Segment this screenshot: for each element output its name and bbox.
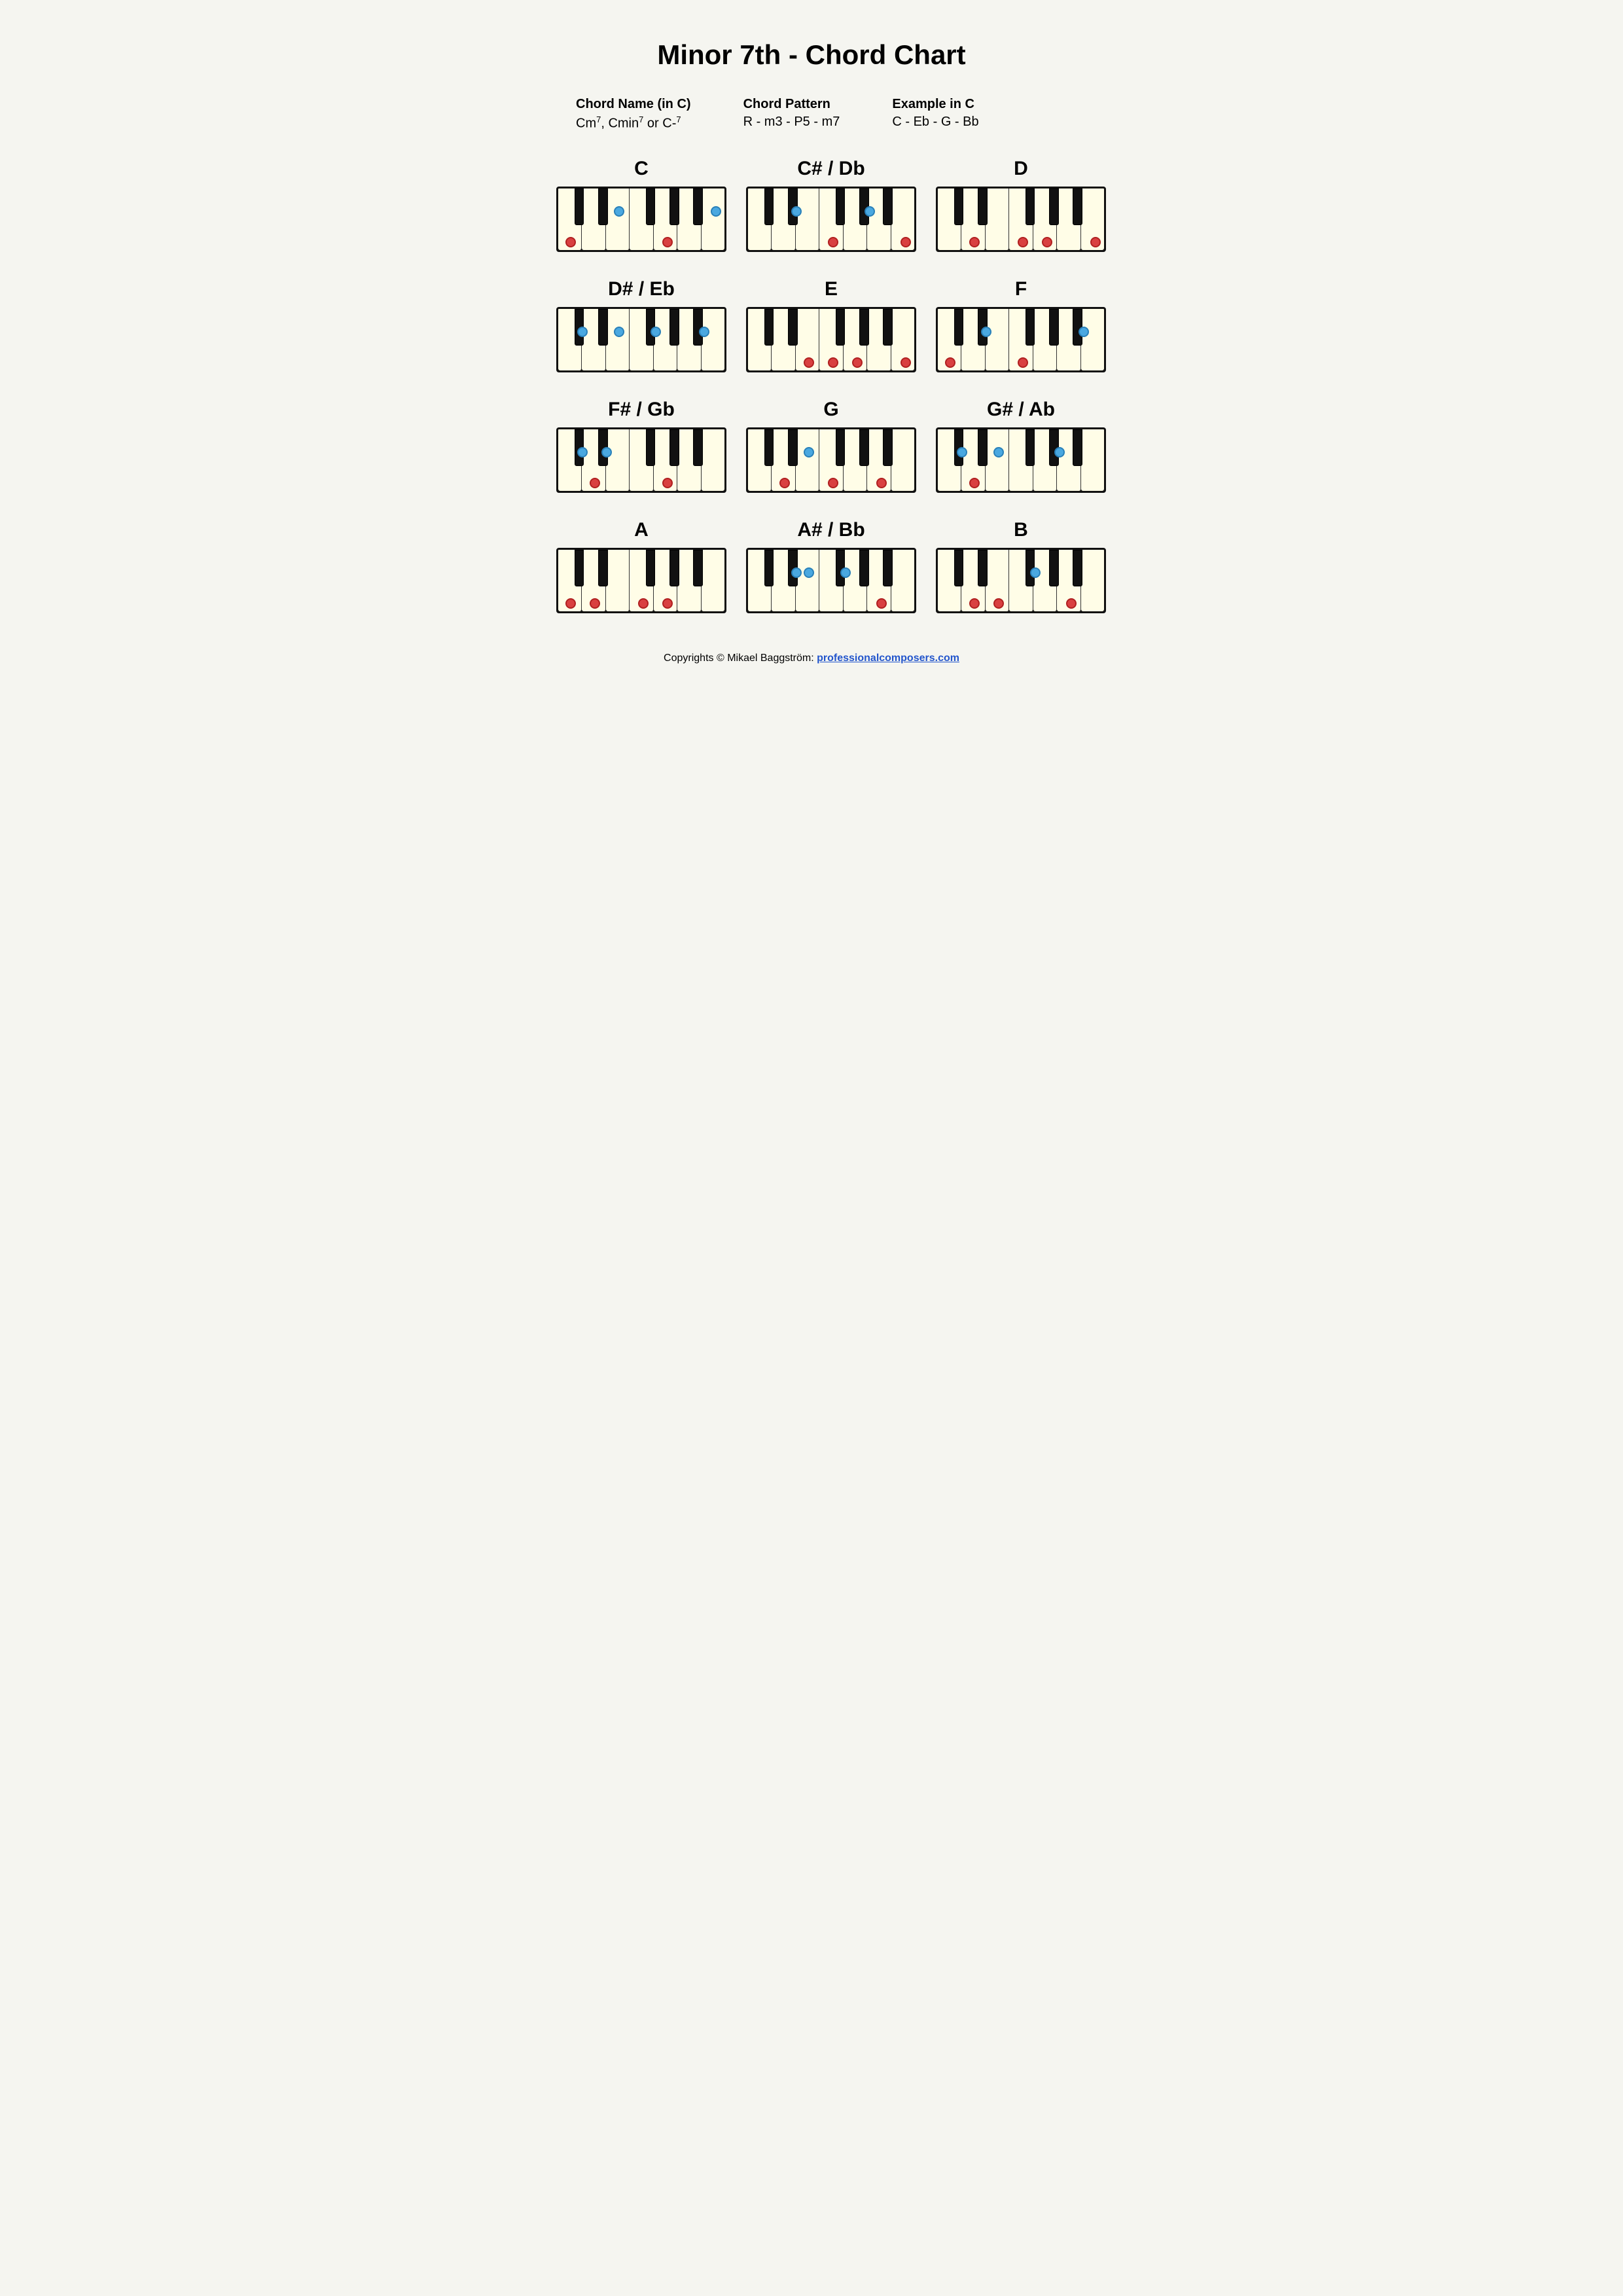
pattern-label: Chord Pattern xyxy=(743,97,840,112)
chord-name-F: F xyxy=(1015,278,1027,300)
chord-name-Fsharp: F# / Gb xyxy=(608,399,675,421)
dot-red xyxy=(1090,237,1101,247)
dot-red xyxy=(590,598,600,609)
chord-name-E: E xyxy=(825,278,838,300)
piano-E xyxy=(746,307,916,372)
dot-red xyxy=(876,478,887,488)
chord-block-G: G xyxy=(746,399,916,493)
chord-name-B: B xyxy=(1014,519,1028,541)
dot-blue xyxy=(865,206,875,217)
dot-blue xyxy=(981,327,991,337)
chord-name-A: A xyxy=(634,519,649,541)
dot-red xyxy=(662,237,673,247)
dot-red xyxy=(662,478,673,488)
dot-red xyxy=(828,237,838,247)
dot-red xyxy=(1018,357,1028,368)
dot-red xyxy=(969,598,980,609)
dot-blue xyxy=(791,206,802,217)
chord-block-E: E xyxy=(746,278,916,372)
dot-red xyxy=(804,357,814,368)
piano-D xyxy=(936,187,1106,252)
chord-block-Dsharp: D# / Eb xyxy=(556,278,726,372)
page-title: Minor 7th - Chord Chart xyxy=(556,39,1067,71)
dot-red xyxy=(565,237,576,247)
chord-name-Gsharp: G# / Ab xyxy=(987,399,1055,421)
footer: Copyrights © Mikael Baggström: professio… xyxy=(556,653,1067,664)
dot-red xyxy=(828,478,838,488)
piano-Fsharp xyxy=(556,427,726,493)
piano-Csharp xyxy=(746,187,916,252)
dot-blue xyxy=(804,567,814,578)
chord-block-C: C xyxy=(556,158,726,252)
dot-red xyxy=(1018,237,1028,247)
chord-block-A: A xyxy=(556,519,726,613)
example-label: Example in C xyxy=(892,97,978,112)
piano-B xyxy=(936,548,1106,613)
dot-red xyxy=(993,598,1004,609)
chord-name-C: C xyxy=(634,158,649,180)
chord-block-Gsharp: G# / Ab xyxy=(936,399,1106,493)
dot-blue xyxy=(711,206,721,217)
dot-red xyxy=(1042,237,1052,247)
chord-name-D: D xyxy=(1014,158,1028,180)
dot-blue xyxy=(601,447,612,457)
dot-red xyxy=(638,598,649,609)
dot-red xyxy=(901,237,911,247)
dot-blue xyxy=(651,327,661,337)
info-chord-name: Chord Name (in C) Cm7, Cmin7 or C-7 xyxy=(576,97,691,132)
chord-block-B: B xyxy=(936,519,1106,613)
dot-red xyxy=(565,598,576,609)
dot-blue xyxy=(699,327,709,337)
dot-red xyxy=(945,357,955,368)
piano-C xyxy=(556,187,726,252)
dot-blue xyxy=(577,447,588,457)
chord-block-Fsharp: F# / Gb xyxy=(556,399,726,493)
pattern-value: R - m3 - P5 - m7 xyxy=(743,115,840,130)
info-pattern: Chord Pattern R - m3 - P5 - m7 xyxy=(743,97,840,132)
info-row: Chord Name (in C) Cm7, Cmin7 or C-7 Chor… xyxy=(556,97,1067,132)
footer-text: Copyrights © Mikael Baggström: xyxy=(664,653,817,664)
chord-name-label: Chord Name (in C) xyxy=(576,97,691,112)
chord-name-Csharp: C# / Db xyxy=(797,158,865,180)
dot-blue xyxy=(1054,447,1065,457)
chord-name-Asharp: A# / Bb xyxy=(797,519,865,541)
dot-red xyxy=(779,478,790,488)
dot-blue xyxy=(791,567,802,578)
chords-grid: C C# / Db D D# / Eb E F F# / Gb G G# / Ab A A# / B… xyxy=(556,158,1067,613)
dot-red xyxy=(969,478,980,488)
chord-block-Csharp: C# / Db xyxy=(746,158,916,252)
dot-blue xyxy=(840,567,851,578)
dot-blue xyxy=(1079,327,1089,337)
piano-Dsharp xyxy=(556,307,726,372)
dot-red xyxy=(1066,598,1077,609)
chord-name-Dsharp: D# / Eb xyxy=(608,278,675,300)
chord-block-D: D xyxy=(936,158,1106,252)
dot-red xyxy=(876,598,887,609)
chord-name-value: Cm7, Cmin7 or C-7 xyxy=(576,115,691,132)
dot-red xyxy=(828,357,838,368)
dot-blue xyxy=(804,447,814,457)
dot-blue xyxy=(614,206,624,217)
chord-block-Asharp: A# / Bb xyxy=(746,519,916,613)
dot-blue xyxy=(614,327,624,337)
piano-Asharp xyxy=(746,548,916,613)
dot-red xyxy=(901,357,911,368)
dot-red xyxy=(590,478,600,488)
dot-red xyxy=(662,598,673,609)
example-value: C - Eb - G - Bb xyxy=(892,115,978,130)
dot-blue xyxy=(957,447,967,457)
piano-F xyxy=(936,307,1106,372)
dot-red xyxy=(969,237,980,247)
chord-name-G: G xyxy=(823,399,838,421)
footer-link[interactable]: professionalcomposers.com xyxy=(817,653,959,664)
dot-blue xyxy=(577,327,588,337)
piano-G xyxy=(746,427,916,493)
dot-red xyxy=(852,357,863,368)
dot-blue xyxy=(1030,567,1041,578)
chord-block-F: F xyxy=(936,278,1106,372)
piano-A xyxy=(556,548,726,613)
info-example: Example in C C - Eb - G - Bb xyxy=(892,97,978,132)
piano-Gsharp xyxy=(936,427,1106,493)
dot-blue xyxy=(993,447,1004,457)
